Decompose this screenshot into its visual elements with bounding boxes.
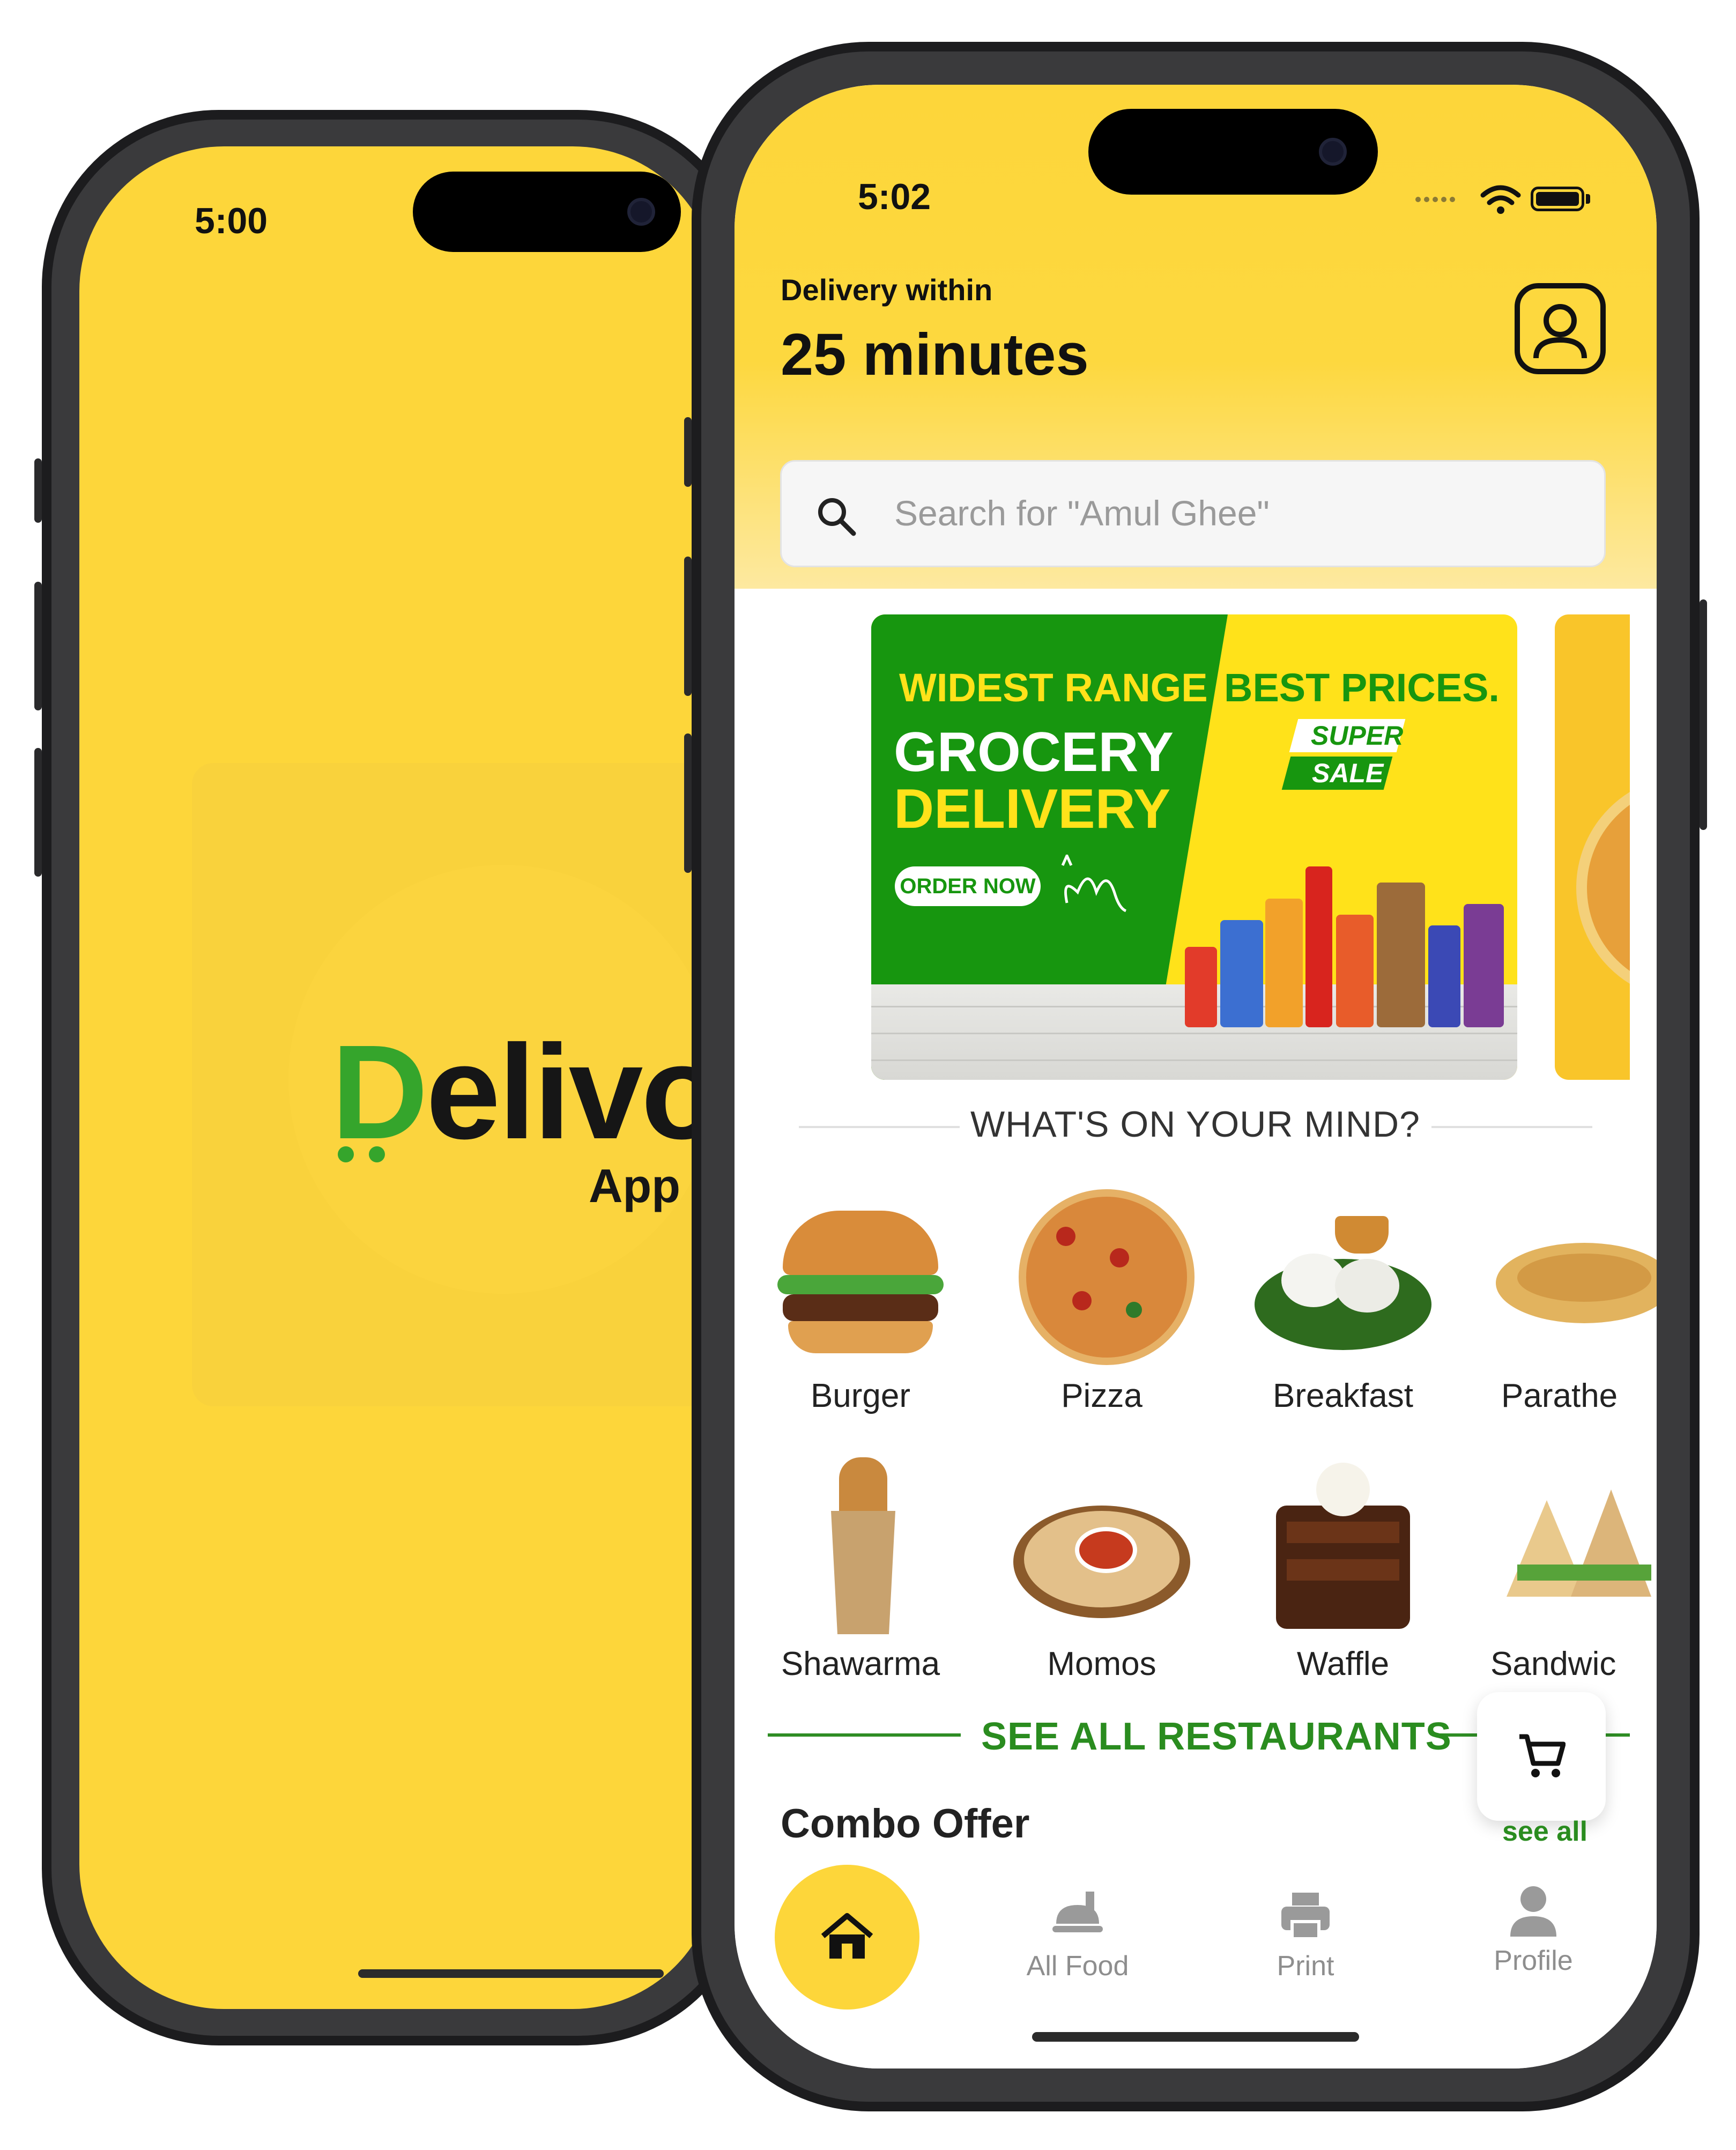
delivery-label: Delivery within xyxy=(781,273,993,307)
divider xyxy=(1431,1126,1592,1128)
cart-button[interactable] xyxy=(1477,1692,1606,1821)
profile-button[interactable] xyxy=(1515,283,1606,374)
divider-green xyxy=(768,1733,961,1737)
category-label: Breakfast xyxy=(1273,1377,1413,1414)
camera-icon xyxy=(627,198,655,226)
battery-nub xyxy=(1586,194,1590,204)
tab-label: Profile xyxy=(1494,1945,1573,1976)
power-button xyxy=(1700,599,1707,830)
promo-banner[interactable]: WIDEST RANGE BEST PRICES. GROCERY DELIVE… xyxy=(871,614,1517,1080)
logo-subtitle: App xyxy=(589,1159,681,1212)
category-pizza[interactable]: Pizza xyxy=(986,1189,1217,1415)
search-placeholder: Search for "Amul Ghee" xyxy=(894,493,1270,533)
mute-switch xyxy=(34,458,42,523)
search-input[interactable]: Search for "Amul Ghee" xyxy=(780,460,1606,567)
mute-switch xyxy=(684,417,692,487)
cart-wheel-icon xyxy=(338,1146,354,1162)
see-all-link[interactable]: see all xyxy=(1502,1815,1587,1848)
banner-title2: DELIVERY xyxy=(894,778,1171,840)
volume-down-button xyxy=(684,733,692,873)
promo-banner-next[interactable] xyxy=(1555,614,1630,1080)
category-sandwich[interactable]: Sandwic xyxy=(1469,1457,1657,1683)
wifi-icon xyxy=(1480,185,1521,214)
waffle-image xyxy=(1255,1457,1431,1634)
order-now-button[interactable]: ORDER NOW xyxy=(895,866,1041,906)
category-label: Pizza xyxy=(1061,1377,1143,1414)
category-label: Waffle xyxy=(1296,1645,1390,1682)
person-icon xyxy=(1510,1886,1556,1937)
category-parathe[interactable]: Parathe xyxy=(1469,1189,1657,1415)
category-label: Burger xyxy=(810,1377,911,1414)
battery-icon xyxy=(1531,187,1584,211)
sale-badge-top: SUPER xyxy=(1311,721,1404,751)
cellular-signal-icon xyxy=(1415,195,1458,205)
search-icon xyxy=(818,498,856,536)
pizza-image xyxy=(1013,1189,1195,1366)
category-waffle[interactable]: Waffle xyxy=(1228,1457,1458,1683)
super-sale-badge: SUPER SALE xyxy=(1279,719,1407,794)
sandwich-image xyxy=(1496,1457,1657,1634)
swirl-arrow-icon xyxy=(1061,855,1127,913)
home-phone-frame: 5:02 Delivery within 25 minutes Search f… xyxy=(684,42,1707,2111)
splash-screen: 5:00 Delivo App xyxy=(79,146,717,2009)
category-label: Shawarma xyxy=(781,1645,940,1682)
user-icon xyxy=(1533,304,1587,359)
momos-image xyxy=(1013,1457,1190,1634)
cart-wheel-icon xyxy=(369,1146,385,1162)
food-tray-icon xyxy=(1052,1892,1103,1932)
tab-label: All Food xyxy=(1026,1951,1129,1982)
grocery-products-image xyxy=(1185,850,1507,1027)
category-label: Momos xyxy=(1047,1645,1156,1682)
category-label: Sandwic xyxy=(1490,1645,1616,1682)
cart-icon xyxy=(1519,1734,1566,1777)
banner-title1: GROCERY xyxy=(894,721,1174,783)
home-indicator xyxy=(358,1969,664,1978)
category-momos[interactable]: Momos xyxy=(986,1457,1217,1683)
banner-line1-right: BEST PRICES. xyxy=(1224,665,1500,710)
volume-down-button xyxy=(34,748,42,877)
combo-offer-title: Combo Offer xyxy=(781,1801,1030,1847)
home-screen: 5:02 Delivery within 25 minutes Search f… xyxy=(735,85,1657,2069)
see-all-restaurants-link[interactable]: SEE ALL RESTAURANTS xyxy=(981,1715,1452,1759)
printer-icon xyxy=(1281,1893,1330,1940)
tab-all-food[interactable]: All Food xyxy=(1008,1886,1147,1982)
app-logo: Delivo xyxy=(331,1015,717,1169)
category-label: Parathe xyxy=(1501,1377,1618,1414)
volume-up-button xyxy=(684,557,692,696)
tab-label: Print xyxy=(1277,1951,1334,1982)
tab-print[interactable]: Print xyxy=(1236,1886,1375,1982)
dynamic-island xyxy=(1088,109,1378,195)
home-indicator xyxy=(1032,2032,1359,2042)
dynamic-island xyxy=(413,172,681,252)
home-icon xyxy=(821,1913,873,1959)
breakfast-image xyxy=(1255,1189,1431,1366)
paratha-image xyxy=(1496,1189,1657,1366)
burger-image xyxy=(772,1189,949,1366)
status-time: 5:02 xyxy=(858,176,931,217)
divider xyxy=(799,1126,960,1128)
shawarma-image xyxy=(772,1457,949,1634)
tab-profile[interactable]: Profile xyxy=(1464,1881,1603,1977)
camera-icon xyxy=(1319,138,1347,166)
category-breakfast[interactable]: Breakfast xyxy=(1228,1189,1458,1415)
splash-phone-frame: 5:00 Delivo App xyxy=(34,110,755,2045)
status-time: 5:00 xyxy=(195,201,268,241)
sale-badge-bottom: SALE xyxy=(1312,758,1384,788)
tab-home[interactable] xyxy=(775,1865,919,2010)
logo-letter: D xyxy=(331,1017,428,1167)
category-shawarma[interactable]: Shawarma xyxy=(745,1457,976,1683)
status-icons xyxy=(1415,180,1592,214)
logo-word: elivo xyxy=(426,1017,717,1167)
banner-line1-left: WIDEST RANGE xyxy=(899,665,1208,710)
pizza-image xyxy=(1576,775,1630,1000)
section-title: WHAT'S ON YOUR MIND? xyxy=(970,1104,1420,1145)
volume-up-button xyxy=(34,582,42,710)
delivery-time: 25 minutes xyxy=(781,322,1089,388)
category-burger[interactable]: Burger xyxy=(745,1189,976,1415)
